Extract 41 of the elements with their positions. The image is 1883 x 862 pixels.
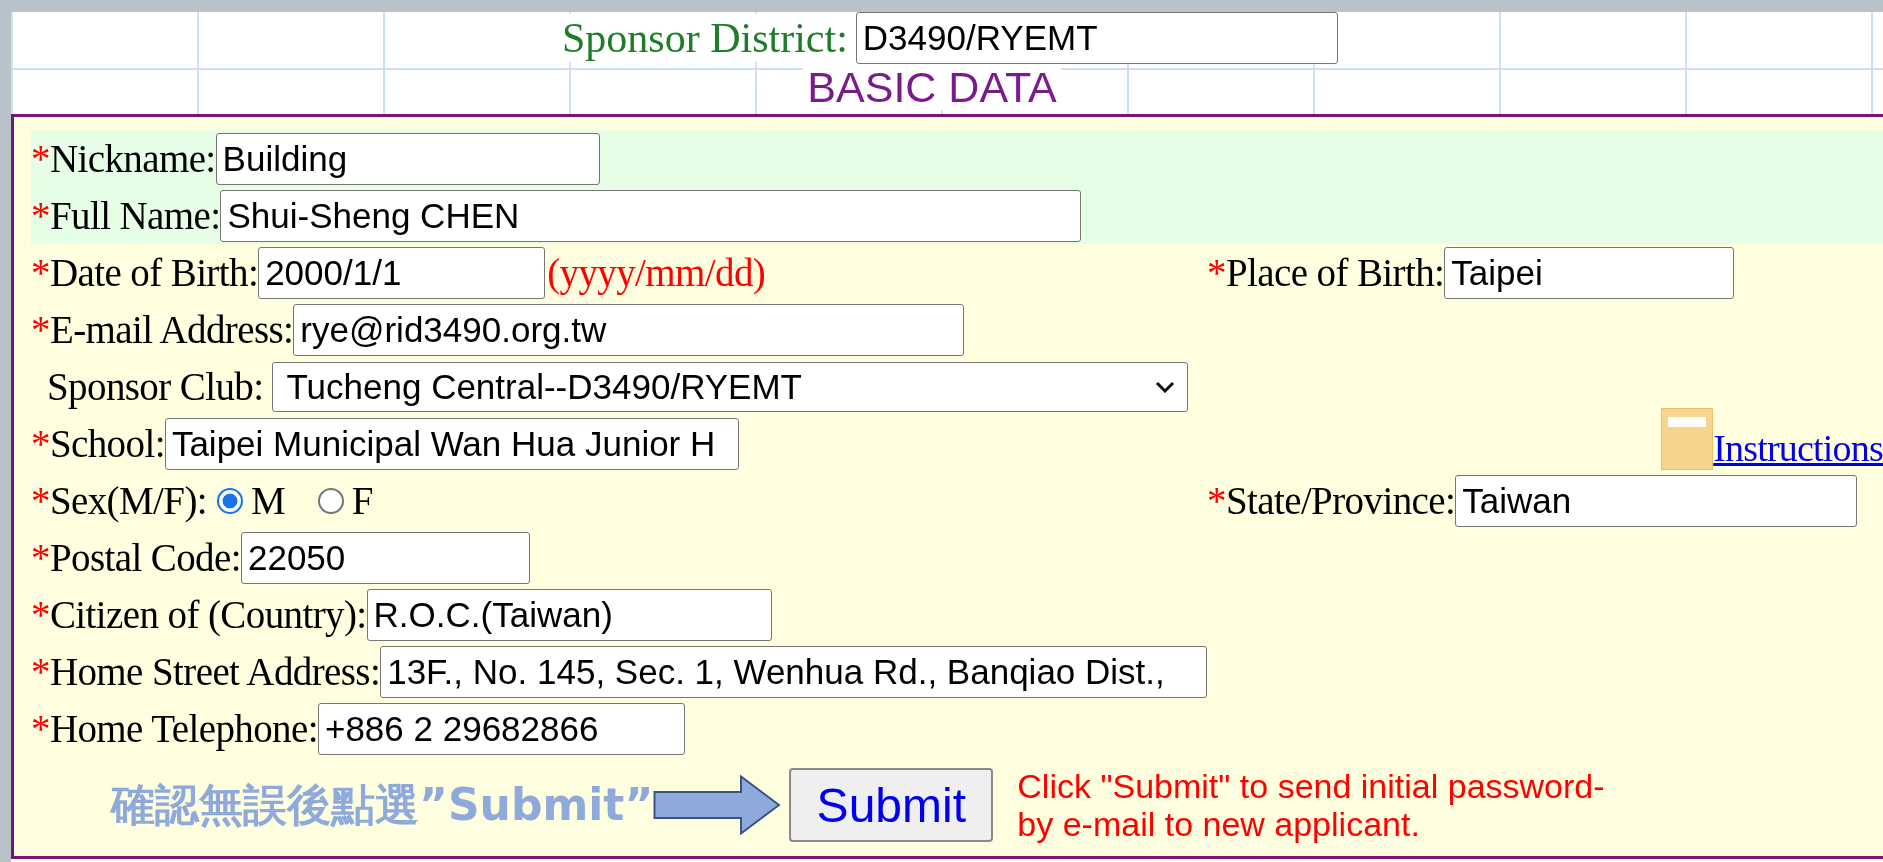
field-label: *Home Street Address: xyxy=(31,649,381,694)
text-field[interactable]: Taipei Municipal Wan Hua Junior H xyxy=(164,417,739,470)
text-field[interactable]: R.O.C.(Taiwan) xyxy=(366,588,772,641)
text-field[interactable]: rye@rid3490.org.tw xyxy=(293,303,965,356)
radio-button[interactable] xyxy=(217,487,244,514)
text-field[interactable]: Building xyxy=(215,132,600,185)
format-hint: (yyyy/mm/dd) xyxy=(547,250,766,295)
field-label: *Place of Birth: xyxy=(1207,250,1445,295)
field-label: *E-mail Address: xyxy=(31,307,294,352)
radio-button[interactable] xyxy=(317,487,344,514)
field-label: *Postal Code: xyxy=(31,535,241,580)
field-label: *Date of Birth: xyxy=(31,250,259,295)
submit-button[interactable]: Submit xyxy=(789,768,994,842)
section-title: BASIC DATA xyxy=(803,64,1061,110)
field-label: *Full Name: xyxy=(31,193,221,238)
field-label: Sponsor Club: xyxy=(46,364,264,409)
annotation-text: 確認無誤後點選”Submit” xyxy=(111,777,654,832)
field-label: *State/Province: xyxy=(1207,478,1456,523)
chevron-down-icon xyxy=(1154,380,1175,393)
text-field[interactable]: Taiwan xyxy=(1455,474,1858,527)
text-field[interactable]: +886 2 29682866 xyxy=(317,702,685,755)
note-text: by e-mail to new applicant. xyxy=(1017,805,1421,843)
text-field[interactable]: D3490/RYEMT xyxy=(855,12,1338,64)
field-label: *Home Telephone: xyxy=(31,706,318,751)
text-field[interactable]: 13F., No. 145, Sec. 1, Wenhua Rd., Banqiao Dist., xyxy=(380,645,1207,698)
field-label: *Nickname: xyxy=(31,136,216,181)
field-label: Sponsor District: xyxy=(562,14,848,62)
field-label: *Citizen of (Country): xyxy=(31,592,367,637)
document-icon xyxy=(1661,408,1714,470)
dropdown[interactable]: Tucheng Central--D3490/RYEMT xyxy=(271,361,1188,412)
radio-label: F xyxy=(351,478,374,523)
note-text: Click "Submit" to send initial password- xyxy=(1017,767,1605,805)
arrow-right-icon xyxy=(653,775,782,835)
text-field[interactable]: 22050 xyxy=(240,531,530,584)
text-field[interactable]: Taipei xyxy=(1444,246,1735,299)
instructions-link[interactable]: Instructions xyxy=(1713,426,1883,470)
field-label: *Sex(M/F): xyxy=(31,478,208,523)
radio-label: M xyxy=(251,478,286,523)
field-label: *School: xyxy=(31,421,165,466)
text-field[interactable]: 2000/1/1 xyxy=(258,246,546,299)
text-field[interactable]: Shui-Sheng CHEN xyxy=(220,189,1082,242)
